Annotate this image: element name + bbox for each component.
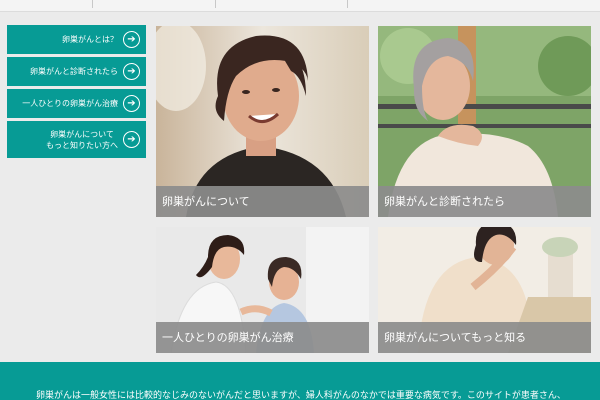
arrow-right-circle-icon: ➔: [123, 95, 140, 112]
card-caption: 卵巣がんについてもっと知る: [378, 322, 591, 353]
sidebar-item-learn-more[interactable]: 卵巣がんについて もっと知りたい方へ ➔: [7, 121, 146, 158]
nav-divider: [347, 0, 348, 8]
arrow-right-circle-icon: ➔: [123, 131, 140, 148]
sidebar-item-treatment[interactable]: 一人ひとりの卵巣がん治療 ➔: [7, 89, 146, 118]
card-learn-more[interactable]: 卵巣がんについてもっと知る: [378, 227, 591, 353]
nav-divider: [92, 0, 93, 8]
card-caption: 卵巣がんと診断されたら: [378, 186, 591, 217]
sidebar-item-label: 一人ひとりの卵巣がん治療: [22, 99, 118, 108]
sidebar-item-about-ovarian-cancer[interactable]: 卵巣がんとは？ ➔: [7, 25, 146, 54]
sidebar-item-label: 卵巣がんとは？: [62, 35, 118, 44]
sidebar-item-label: 卵巣がんについて もっと知りたい方へ: [46, 129, 118, 150]
card-treatment[interactable]: 一人ひとりの卵巣がん治療: [156, 227, 369, 353]
arrow-right-circle-icon: ➔: [123, 63, 140, 80]
card-diagnosed[interactable]: 卵巣がんと診断されたら: [378, 26, 591, 217]
sidebar-nav: 卵巣がんとは？ ➔ 卵巣がんと診断されたら ➔ 一人ひとりの卵巣がん治療 ➔ 卵…: [7, 25, 146, 161]
card-caption: 卵巣がんについて: [156, 186, 369, 217]
nav-divider: [215, 0, 216, 8]
sidebar-item-diagnosed[interactable]: 卵巣がんと診断されたら ➔: [7, 57, 146, 86]
intro-text: 卵巣がんは一般女性には比較的なじみのないがんだと思いますが、婦人科がんのなかでは…: [36, 391, 566, 400]
card-about-ovarian-cancer[interactable]: 卵巣がんについて: [156, 26, 369, 217]
top-nav-bar: [0, 0, 600, 12]
intro-footer: 卵巣がんは一般女性には比較的なじみのないがんだと思いますが、婦人科がんのなかでは…: [0, 362, 600, 400]
card-caption: 一人ひとりの卵巣がん治療: [156, 322, 369, 353]
sidebar-item-label: 卵巣がんと診断されたら: [30, 67, 118, 76]
arrow-right-circle-icon: ➔: [123, 31, 140, 48]
